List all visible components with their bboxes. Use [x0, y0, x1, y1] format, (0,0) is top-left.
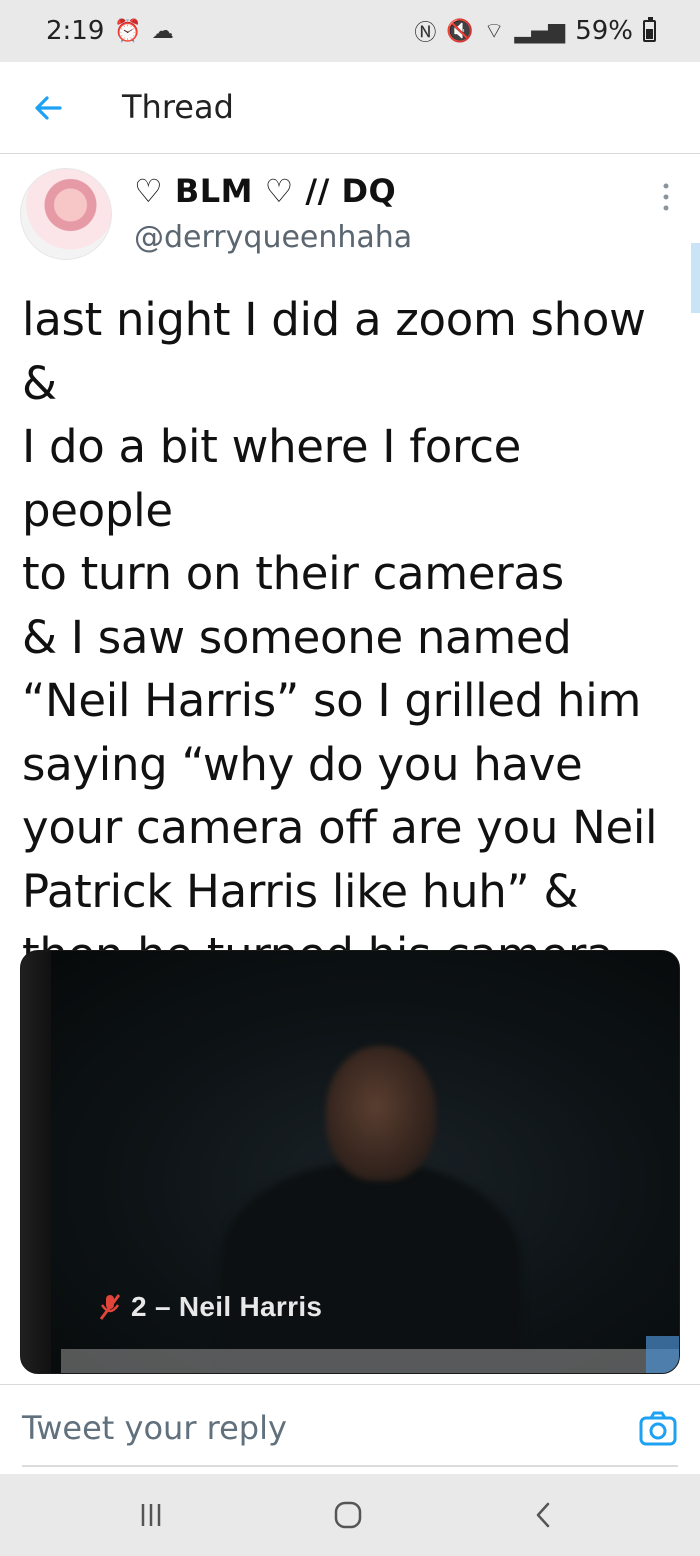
- alarm-icon: ⏰: [114, 18, 142, 44]
- reply-input[interactable]: Tweet your reply: [22, 1409, 287, 1447]
- media-participant-label: 2 – Neil Harris: [99, 1291, 322, 1323]
- more-vertical-icon[interactable]: [655, 180, 677, 214]
- status-bar: 2:19 ⏰ ☁ Ⓝ 🔇 ⌔ ▂▄▆ 59%: [0, 0, 700, 62]
- nfc-icon: Ⓝ: [414, 21, 437, 46]
- recents-icon[interactable]: [138, 1500, 164, 1530]
- app-header: Thread: [0, 62, 700, 154]
- battery-icon: [643, 17, 656, 42]
- scrollbar[interactable]: [691, 243, 700, 313]
- status-right: Ⓝ 🔇 ⌔ ▂▄▆ 59%: [414, 15, 656, 47]
- media-caption: 2 – Neil Harris: [131, 1291, 323, 1322]
- cloud-icon: ☁: [151, 18, 174, 44]
- mic-muted-icon: [99, 1294, 121, 1320]
- reply-underline: [22, 1465, 678, 1467]
- wifi-icon: ⌔: [483, 19, 505, 44]
- media-bottom-strip: [61, 1349, 679, 1373]
- media-person-face: [326, 1046, 436, 1181]
- nav-back-icon[interactable]: [530, 1500, 556, 1530]
- status-time: 2:19: [46, 16, 105, 46]
- display-name[interactable]: ♡ BLM ♡ // DQ: [134, 172, 396, 210]
- media-bezel: [21, 951, 51, 1373]
- avatar[interactable]: [20, 168, 112, 260]
- media-person-body: [221, 1161, 521, 1361]
- home-icon[interactable]: [333, 1500, 363, 1530]
- back-arrow-icon[interactable]: [30, 90, 66, 126]
- system-nav-bar: [0, 1474, 700, 1556]
- signal-icon: ▂▄▆: [514, 18, 566, 44]
- media-corner: [646, 1336, 679, 1373]
- camera-icon[interactable]: [638, 1409, 678, 1449]
- user-handle[interactable]: @derryqueenhaha: [134, 220, 412, 255]
- reply-bar: Tweet your reply: [0, 1384, 700, 1474]
- page-title: Thread: [122, 88, 234, 126]
- battery-percent: 59%: [575, 16, 633, 46]
- tweet-media[interactable]: 2 – Neil Harris: [20, 950, 680, 1374]
- status-left: 2:19 ⏰ ☁: [46, 16, 174, 46]
- mute-icon: 🔇: [446, 18, 474, 44]
